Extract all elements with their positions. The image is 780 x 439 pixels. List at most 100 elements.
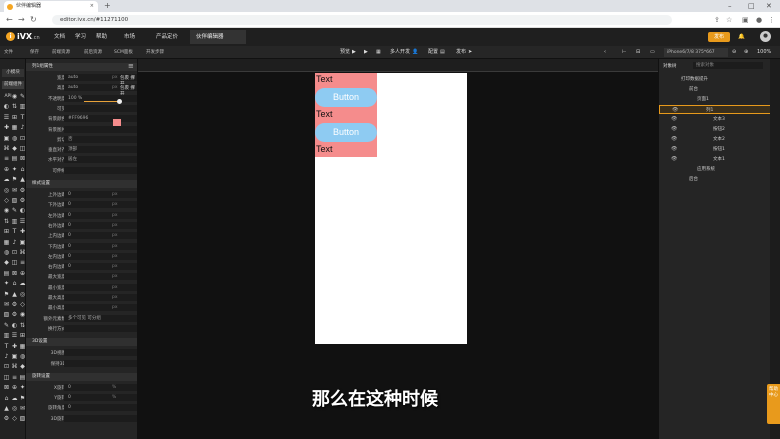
component-icon[interactable]: ◐ — [3, 103, 10, 110]
help-center-button[interactable]: 帮助中心 — [767, 384, 780, 424]
back-icon[interactable]: ← — [6, 12, 13, 28]
reload-icon[interactable]: ↻ — [30, 12, 37, 28]
component-icon[interactable]: ▲ — [3, 405, 10, 412]
project-tab[interactable]: 伙伴编辑器 — [190, 30, 246, 44]
component-icon[interactable]: ⊕ — [19, 270, 26, 277]
publish-button[interactable]: 发布 — [708, 32, 730, 42]
menu-pricing[interactable]: 产品定价 — [156, 28, 178, 46]
visibility-icon[interactable]: 👁 — [671, 115, 677, 124]
menu-help[interactable]: 帮助 — [96, 28, 107, 46]
component-icon[interactable]: ⌂ — [11, 280, 18, 287]
component-icon[interactable]: ◆ — [19, 363, 26, 370]
tree-node[interactable]: 👁 按钮1 — [659, 145, 771, 154]
component-icon[interactable]: ◍ — [11, 135, 18, 142]
menu-learn[interactable]: 学习 — [75, 28, 86, 46]
component-icon[interactable]: ✦ — [11, 166, 18, 173]
tree-node[interactable]: 👁 文本1 — [659, 155, 771, 164]
component-icon[interactable]: ▣ — [19, 239, 26, 246]
component-icon[interactable]: ◍ — [3, 249, 10, 256]
component-icon[interactable]: ✉ — [3, 301, 10, 308]
component-icon[interactable]: ⚙ — [19, 197, 26, 204]
component-icon[interactable]: ✚ — [3, 124, 10, 131]
tree-node[interactable]: 👁 按钮2 — [659, 125, 771, 134]
component-icon[interactable]: ◉ — [3, 207, 10, 214]
component-icon[interactable]: ⚙ — [19, 187, 26, 194]
component-icon[interactable]: ✦ — [3, 280, 10, 287]
component-icon[interactable]: ◇ — [3, 197, 10, 204]
canvas-button-1[interactable]: Button — [315, 88, 377, 107]
canvas-button-2[interactable]: Button — [315, 123, 377, 142]
component-icon[interactable]: ◐ — [19, 207, 26, 214]
component-icon[interactable]: ☰ — [3, 114, 10, 121]
tree-search-input[interactable]: 搜索对象 — [693, 62, 763, 69]
bell-icon[interactable]: 🔔 — [738, 28, 745, 46]
component-icon[interactable]: ◎ — [3, 187, 10, 194]
config-icon[interactable]: ▤ — [440, 46, 445, 59]
play-icon[interactable]: ▶ — [352, 46, 356, 59]
component-icon[interactable]: ◇ — [19, 301, 26, 308]
component-icon[interactable]: T — [19, 114, 26, 121]
component-icon[interactable]: ✚ — [11, 343, 18, 350]
component-icon[interactable]: ⌘ — [11, 363, 18, 370]
resize-icon[interactable]: ⊟ — [636, 46, 640, 59]
component-icon[interactable]: ▣ — [3, 135, 10, 142]
props-section-header[interactable]: 样式设置 — [26, 180, 137, 188]
visibility-icon[interactable]: 👁 — [671, 155, 677, 164]
component-icon[interactable]: ☁ — [11, 395, 18, 402]
component-icon[interactable]: ⊞ — [3, 228, 10, 235]
component-icon[interactable]: ▤ — [11, 155, 18, 162]
component-icon[interactable]: ⌘ — [19, 249, 26, 256]
component-icon[interactable]: ▣ — [11, 353, 18, 360]
component-icon[interactable]: ▥ — [3, 332, 10, 339]
send-icon[interactable]: ➤ — [468, 46, 472, 59]
component-icon[interactable]: ⌘ — [3, 145, 10, 152]
toolbar-dev-steps[interactable]: 开发步骤 — [146, 46, 164, 59]
component-icon[interactable]: ▦ — [11, 124, 18, 131]
component-icon[interactable]: ◉ — [11, 93, 18, 100]
component-icon[interactable]: ◫ — [3, 374, 10, 381]
toolbar-scm[interactable]: SCM面板 — [114, 46, 133, 59]
align-icon[interactable]: ⊢ — [622, 46, 626, 59]
component-icon[interactable]: ▦ — [19, 343, 26, 350]
zoom-out-icon[interactable]: ⊖ — [732, 46, 736, 59]
component-icon[interactable]: ≡ — [3, 155, 10, 162]
component-icon[interactable]: ⊡ — [19, 135, 26, 142]
component-icon[interactable]: ▤ — [19, 374, 26, 381]
device-select[interactable]: iPhone6/7/8 375*667 — [664, 48, 728, 57]
component-icon[interactable]: ⊞ — [11, 114, 18, 121]
component-icon[interactable]: T — [11, 228, 18, 235]
component-icon[interactable]: ✎ — [19, 93, 26, 100]
component-icon[interactable]: ⇅ — [3, 218, 10, 225]
user-icon[interactable]: 👤 — [412, 46, 418, 59]
component-icon[interactable]: ◆ — [11, 145, 18, 152]
opacity-slider-knob[interactable] — [117, 99, 122, 104]
opacity-slider[interactable] — [84, 101, 120, 102]
component-icon[interactable]: ◫ — [11, 259, 18, 266]
tree-node[interactable]: 应用系统 — [659, 165, 771, 174]
component-icon[interactable]: ⚑ — [19, 395, 26, 402]
tree-node[interactable]: 前台 — [659, 85, 771, 94]
component-icon[interactable]: ⊠ — [11, 270, 18, 277]
component-icon[interactable]: ♪ — [3, 353, 10, 360]
component-icon[interactable]: ≡ — [19, 259, 26, 266]
component-icon[interactable]: ⇅ — [19, 322, 26, 329]
component-icon[interactable]: ▥ — [11, 218, 18, 225]
component-icon[interactable]: ☰ — [19, 218, 26, 225]
props-section-header[interactable]: 旋转设置 — [26, 372, 137, 381]
component-icon[interactable]: ⌂ — [3, 395, 10, 402]
component-icon[interactable]: ⌂ — [19, 166, 26, 173]
avatar[interactable]: ● — [760, 31, 771, 42]
component-icon[interactable]: ◫ — [19, 145, 26, 152]
component-icon[interactable]: ▧ — [3, 311, 10, 318]
monitor-icon[interactable]: ▭ — [650, 46, 655, 59]
component-icon[interactable]: ◉ — [19, 311, 26, 318]
component-icon[interactable]: ⊠ — [3, 384, 10, 391]
canvas-text-1[interactable]: Text — [316, 74, 333, 84]
component-icon[interactable]: ⇅ — [11, 103, 18, 110]
component-icon[interactable]: ✦ — [19, 384, 26, 391]
component-icon[interactable]: ⚙ — [11, 311, 18, 318]
canvas-text-2[interactable]: Text — [316, 109, 333, 119]
component-icon[interactable]: ⚑ — [3, 291, 10, 298]
component-icon[interactable]: ⚙ — [11, 301, 18, 308]
module-tab[interactable]: 小模块 — [2, 69, 24, 77]
